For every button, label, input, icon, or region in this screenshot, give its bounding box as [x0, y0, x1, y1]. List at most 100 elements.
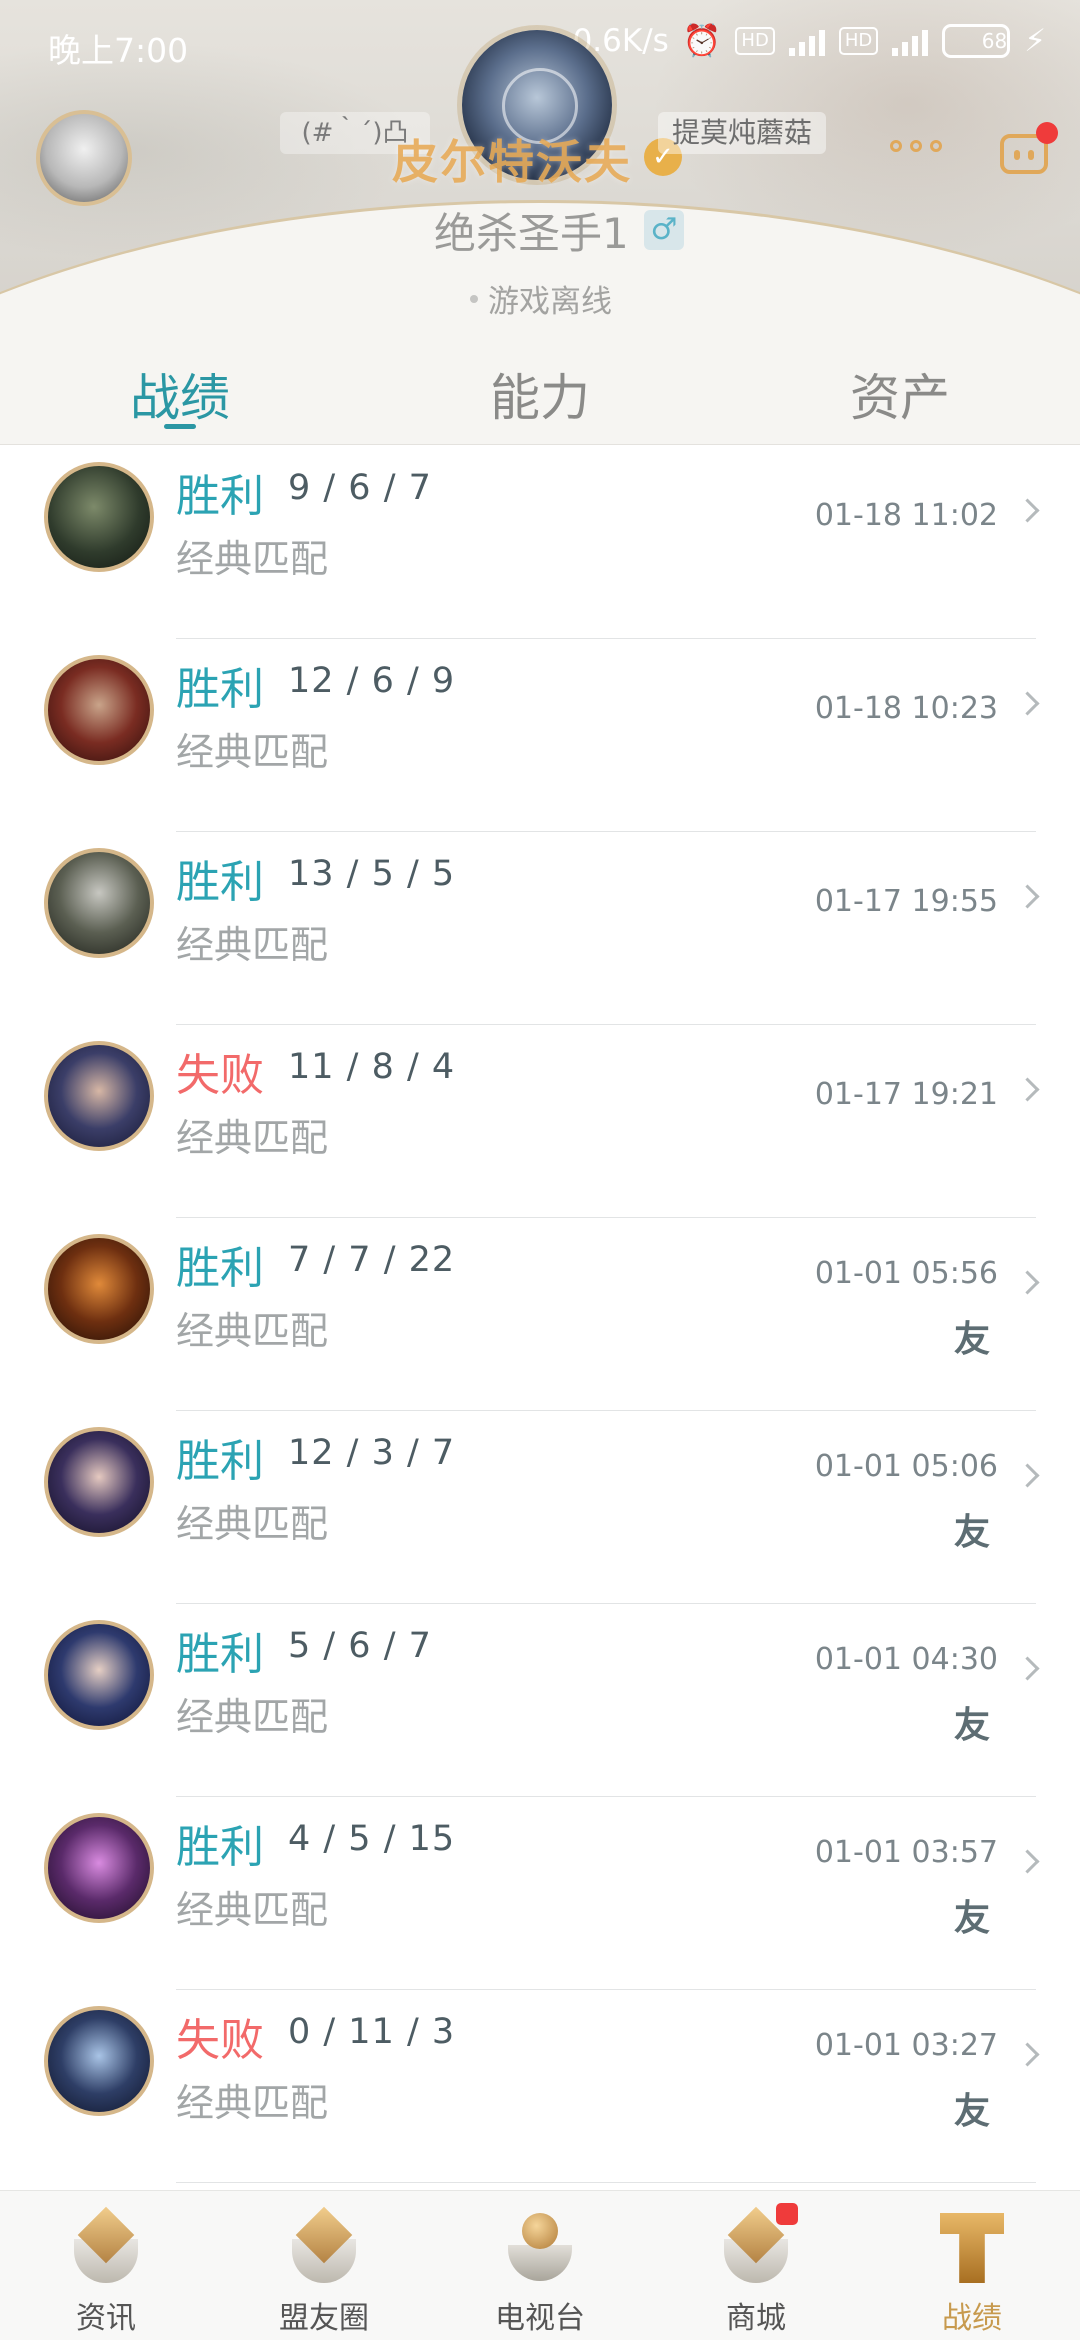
player-name: 绝杀圣手1 — [434, 209, 629, 258]
match-row[interactable]: 胜利 13 / 5 / 5 经典匹配 01-17 19:55 — [0, 832, 1080, 1025]
match-kda: 12 / 6 / 9 — [288, 661, 456, 701]
tab-ability[interactable]: 能力 — [440, 358, 640, 430]
signal-icon-2 — [892, 26, 929, 56]
active-tab-indicator — [164, 424, 196, 429]
friend-badge: 友 — [953, 1512, 990, 1553]
notification-dot — [776, 2203, 798, 2225]
battery-icon: 68 — [942, 23, 1011, 58]
match-row[interactable]: 失败 11 / 8 / 4 经典匹配 01-17 19:21 — [0, 1025, 1080, 1218]
match-mode: 经典匹配 — [176, 537, 329, 581]
match-time: 01-18 10:23 — [814, 691, 998, 726]
chevron-right-icon — [1015, 691, 1040, 716]
hd-icon-2: HD — [838, 26, 879, 55]
divider — [176, 2182, 1036, 2183]
match-kda: 4 / 5 / 15 — [288, 1819, 456, 1859]
match-time: 01-18 11:02 — [814, 498, 998, 533]
match-mode: 经典匹配 — [176, 2081, 329, 2125]
match-result: 胜利 — [176, 1243, 264, 1294]
match-row[interactable]: 胜利 9 / 6 / 7 经典匹配 01-18 11:02 — [0, 446, 1080, 639]
match-kda: 9 / 6 / 7 — [288, 468, 432, 508]
nav-label: 战绩 — [942, 2301, 1002, 2336]
store-icon — [716, 2203, 798, 2289]
tab-assets[interactable]: 资产 — [800, 358, 1000, 430]
more-dot-icon — [930, 140, 942, 152]
match-kda: 7 / 7 / 22 — [288, 1240, 456, 1280]
friend-badge: 友 — [953, 2091, 990, 2132]
nav-friends-circle[interactable]: 盟友圈 — [254, 2201, 394, 2340]
match-row[interactable]: 胜利 5 / 6 / 7 经典匹配 01-01 04:30 友 — [0, 1604, 1080, 1797]
match-result: 失败 — [176, 1050, 264, 1101]
match-result: 胜利 — [176, 664, 264, 715]
match-kda: 12 / 3 / 7 — [288, 1433, 456, 1473]
match-row[interactable]: 胜利 7 / 7 / 22 经典匹配 01-01 05:56 友 — [0, 1218, 1080, 1411]
more-dot-icon — [910, 140, 922, 152]
champion-avatar — [44, 655, 154, 765]
nav-record[interactable]: 战绩 — [902, 2201, 1042, 2340]
friend-badge: 友 — [953, 1705, 990, 1746]
match-time: 01-01 05:56 — [814, 1256, 998, 1291]
match-mode: 经典匹配 — [176, 923, 329, 967]
champion-avatar — [44, 1620, 154, 1730]
match-time: 01-01 04:30 — [814, 1642, 998, 1677]
news-icon — [66, 2206, 146, 2289]
tab-record[interactable]: 战绩 — [80, 358, 280, 430]
online-status: 游戏离线 — [470, 276, 612, 321]
battery-level: 68 — [981, 28, 1008, 53]
match-mode: 经典匹配 — [176, 1888, 329, 1932]
champion-avatar — [44, 1813, 154, 1923]
match-result: 胜利 — [176, 471, 264, 522]
champion-avatar — [44, 2006, 154, 2116]
region-name: 皮尔特沃夫 — [392, 135, 632, 189]
app-root: 晚上7:00 ••• 0.6K/s ⏰ HD HD 68 ⚡ — [0, 0, 1080, 2340]
online-status-text: 游戏离线 — [488, 284, 612, 320]
match-kda: 11 / 8 / 4 — [288, 1047, 456, 1087]
match-mode: 经典匹配 — [176, 730, 329, 774]
match-mode: 经典匹配 — [176, 1695, 329, 1739]
match-row[interactable]: 失败 0 / 11 / 3 经典匹配 01-01 03:27 友 — [0, 1990, 1080, 2183]
nickname-tag: 提莫炖蘑菇 — [658, 112, 827, 154]
chevron-right-icon — [1015, 1463, 1040, 1488]
trophy-icon — [932, 2209, 1012, 2289]
champion-avatar — [44, 462, 154, 572]
champion-avatar — [44, 1234, 154, 1344]
more-dot-icon — [890, 140, 902, 152]
charging-icon: ⚡ — [1024, 22, 1046, 59]
match-result: 胜利 — [176, 1822, 264, 1873]
status-dot-icon — [470, 294, 478, 303]
nav-label: 电视台 — [495, 2301, 585, 2336]
chat-robot-button[interactable] — [996, 122, 1058, 180]
match-row[interactable]: 胜利 4 / 5 / 15 经典匹配 01-01 03:57 友 — [0, 1797, 1080, 1990]
nav-label: 资讯 — [76, 2301, 136, 2336]
chevron-right-icon — [1015, 1656, 1040, 1681]
match-time: 01-01 03:27 — [814, 2028, 998, 2063]
match-list: 胜利 9 / 6 / 7 经典匹配 01-18 11:02 胜利 12 / 6 … — [0, 446, 1080, 2183]
match-result: 胜利 — [176, 1629, 264, 1680]
match-result: 失败 — [176, 2015, 264, 2066]
chevron-right-icon — [1015, 1849, 1040, 1874]
friend-badge: 友 — [953, 1898, 990, 1939]
nav-news[interactable]: 资讯 — [36, 2201, 176, 2340]
match-row[interactable]: 胜利 12 / 6 / 9 经典匹配 01-18 10:23 — [0, 639, 1080, 832]
more-options-button[interactable] — [890, 140, 942, 152]
notification-dot — [1036, 122, 1058, 144]
nav-tv[interactable]: 电视台 — [470, 2201, 610, 2340]
match-kda: 0 / 11 / 3 — [288, 2012, 456, 2052]
nav-label: 商城 — [726, 2301, 786, 2336]
robot-eye-icon — [1014, 150, 1020, 160]
match-time: 01-17 19:21 — [814, 1077, 998, 1112]
champion-avatar — [44, 1041, 154, 1151]
status-time: 晚上7:00 — [48, 31, 189, 70]
trophy-icon-shape — [940, 2213, 1004, 2283]
alarm-icon: ⏰ — [682, 23, 722, 59]
bottom-nav: 资讯 盟友圈 电视台 商城 战绩 — [0, 2190, 1080, 2340]
nav-store[interactable]: 商城 — [686, 2201, 826, 2340]
chevron-right-icon — [1015, 884, 1040, 909]
chevron-right-icon — [1015, 2042, 1040, 2067]
match-result: 胜利 — [176, 857, 264, 908]
match-row[interactable]: 胜利 12 / 3 / 7 经典匹配 01-01 05:06 友 — [0, 1411, 1080, 1604]
chevron-right-icon — [1015, 1270, 1040, 1295]
match-kda: 13 / 5 / 5 — [288, 854, 456, 894]
profile-avatar[interactable] — [36, 110, 132, 206]
chevron-right-icon — [1015, 1077, 1040, 1102]
robot-eye-icon — [1028, 150, 1034, 160]
